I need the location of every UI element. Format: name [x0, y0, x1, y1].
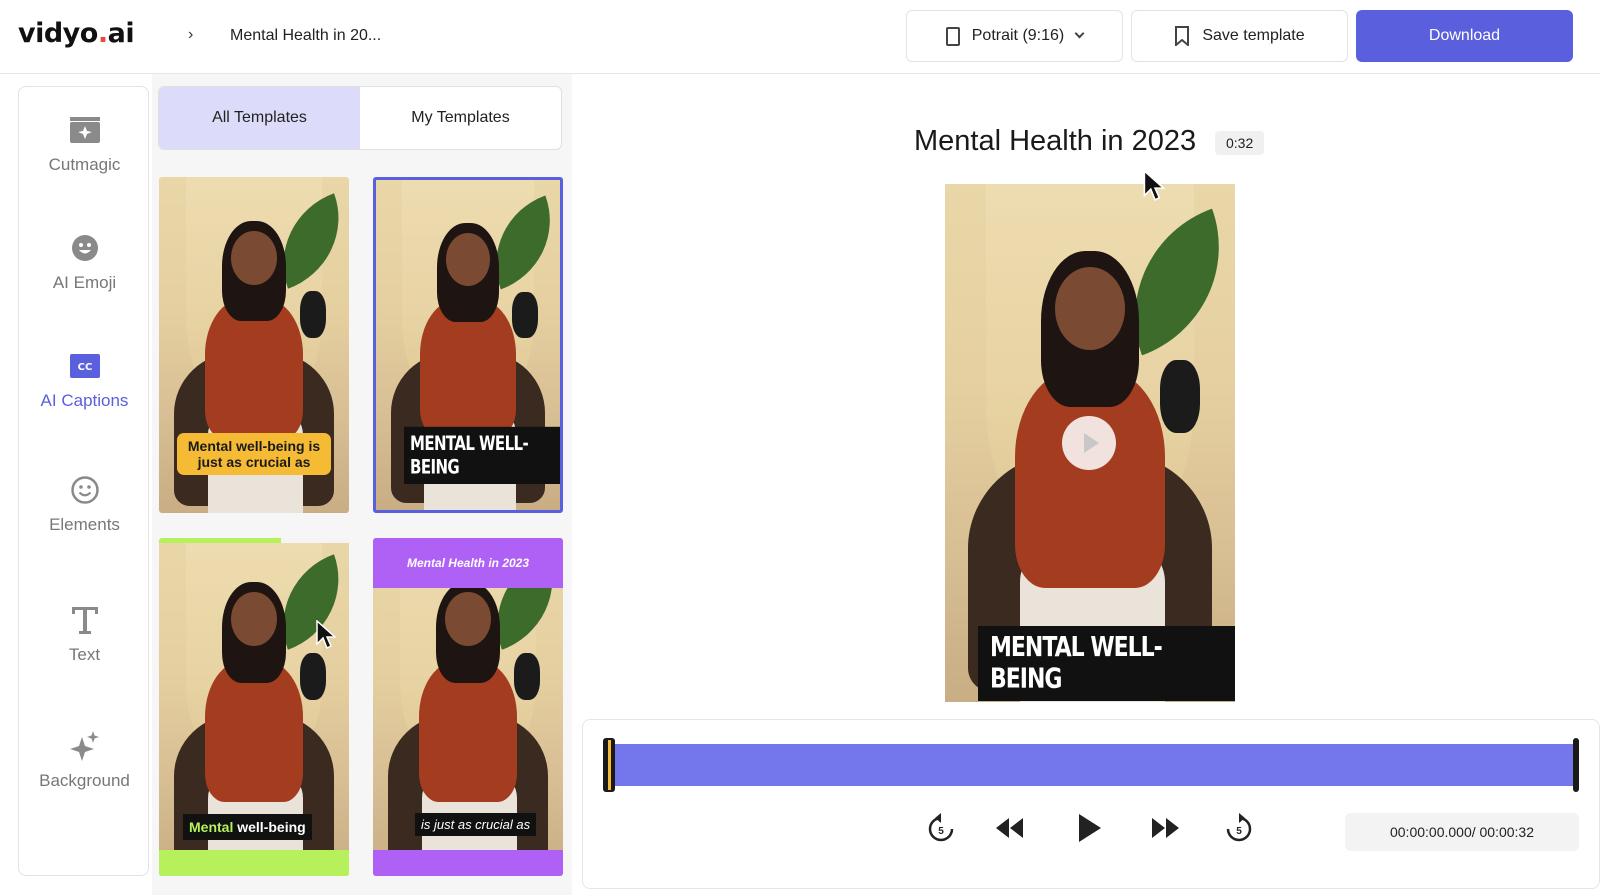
skip-forward-icon: [1152, 818, 1179, 838]
template-caption-yellow: Mental well-being is just as crucial as: [177, 433, 331, 475]
sidebar-label-background: Background: [39, 771, 130, 790]
video-caption: MENTAL WELL-BEING: [978, 626, 1235, 701]
save-template-label: Save template: [1202, 27, 1305, 44]
sidebar-item-cutmagic[interactable]: Cutmagic: [19, 113, 150, 175]
cutmagic-icon: [68, 113, 102, 147]
top-bar: vidyo.ai › Mental Health in 20... Potrai…: [0, 0, 1600, 74]
timeline-panel: 5 5 00:00:00.000/ 00:00:32: [582, 719, 1600, 889]
save-template-button[interactable]: Save template: [1131, 10, 1348, 62]
template-tabs: All Templates My Templates: [158, 86, 562, 150]
sidebar-item-ai-emoji[interactable]: AI Emoji: [19, 231, 150, 293]
sparkle-icon: [68, 729, 102, 763]
svg-text:5: 5: [938, 826, 944, 837]
skip-back-button[interactable]: [991, 810, 1027, 846]
template-progress-strip: [159, 538, 349, 543]
tab-all-templates[interactable]: All Templates: [159, 87, 360, 149]
vidyo-logo[interactable]: vidyo.ai: [18, 18, 135, 49]
logo-text-tld: ai: [107, 18, 135, 49]
template-purple-bar: [373, 850, 563, 876]
trim-handle-end[interactable]: [1573, 738, 1579, 792]
svg-text:CC: CC: [77, 362, 92, 373]
logo-text-main: vidyo: [18, 18, 98, 49]
rewind-5s-button[interactable]: 5: [923, 810, 959, 846]
template-title-banner: Mental Health in 2023: [373, 538, 563, 588]
template-card-purple[interactable]: Mental Health in 2023 is just as crucial…: [373, 538, 563, 876]
emoji-icon: [68, 231, 102, 265]
mouse-cursor-icon: [1143, 170, 1165, 201]
template-card-green[interactable]: Mental well-being: [159, 538, 349, 876]
time-display: 00:00:00.000/ 00:00:32: [1345, 813, 1579, 851]
bookmark-icon: [1174, 26, 1190, 46]
sidebar-label-ai-captions: AI Captions: [40, 391, 129, 410]
svg-text:5: 5: [1236, 826, 1242, 837]
breadcrumb-chevron-icon: ›: [188, 26, 194, 43]
chevron-down-icon: [1074, 28, 1085, 39]
project-title-breadcrumb[interactable]: Mental Health in 20...: [230, 27, 381, 45]
sidebar-item-text[interactable]: Text: [19, 603, 150, 665]
template-caption-black: MENTAL WELL-BEING: [404, 426, 560, 484]
sidebar-label-ai-emoji: AI Emoji: [52, 273, 117, 292]
duration-badge: 0:32: [1215, 131, 1265, 155]
tab-my-templates[interactable]: My Templates: [360, 87, 561, 149]
logo-dot: .: [97, 18, 108, 49]
sidebar-label-text: Text: [68, 645, 101, 664]
template-card-yellow[interactable]: Mental well-being is just as crucial as: [159, 177, 349, 513]
timeline-track[interactable]: [608, 744, 1576, 786]
caption-rest-text: well-being: [233, 819, 306, 835]
sidebar-label-cutmagic: Cutmagic: [48, 155, 121, 174]
forward-5-icon: 5: [1226, 813, 1252, 842]
template-card-bold-black[interactable]: MENTAL WELL-BEING: [373, 177, 563, 513]
play-icon: [1083, 433, 1099, 453]
smiley-icon: [68, 473, 102, 507]
skip-forward-button[interactable]: [1148, 810, 1184, 846]
trim-handle-start[interactable]: [603, 738, 615, 792]
aspect-ratio-dropdown[interactable]: Potrait (9:16): [906, 10, 1123, 62]
sidebar-item-elements[interactable]: Elements: [19, 473, 150, 535]
caption-highlight-word: Mental: [189, 819, 234, 835]
sidebar-label-elements: Elements: [49, 515, 120, 534]
play-button[interactable]: [1071, 810, 1107, 846]
play-overlay-button[interactable]: [1062, 416, 1116, 470]
portrait-icon: [945, 26, 960, 46]
video-preview[interactable]: MENTAL WELL-BEING: [945, 184, 1235, 702]
skip-back-icon: [996, 818, 1023, 838]
captions-icon: CC: [68, 349, 102, 383]
text-icon: [68, 603, 102, 637]
aspect-ratio-label: Potrait (9:16): [971, 27, 1065, 44]
forward-5s-button[interactable]: 5: [1221, 810, 1257, 846]
template-caption-green: Mental well-being: [183, 814, 312, 840]
template-green-bar: [159, 850, 349, 876]
tool-sidebar: Cutmagic AI Emoji CC AI Captions Element…: [18, 86, 149, 876]
play-icon: [1079, 814, 1101, 842]
video-title: Mental Health in 2023: [914, 125, 1197, 157]
sidebar-item-background[interactable]: Background: [19, 729, 150, 791]
template-caption-italic: is just as crucial as: [415, 813, 537, 836]
rewind-5-icon: 5: [928, 813, 954, 842]
sidebar-item-ai-captions[interactable]: CC AI Captions: [19, 349, 150, 411]
download-button[interactable]: Download: [1356, 10, 1573, 62]
mouse-cursor-icon: [316, 620, 336, 650]
